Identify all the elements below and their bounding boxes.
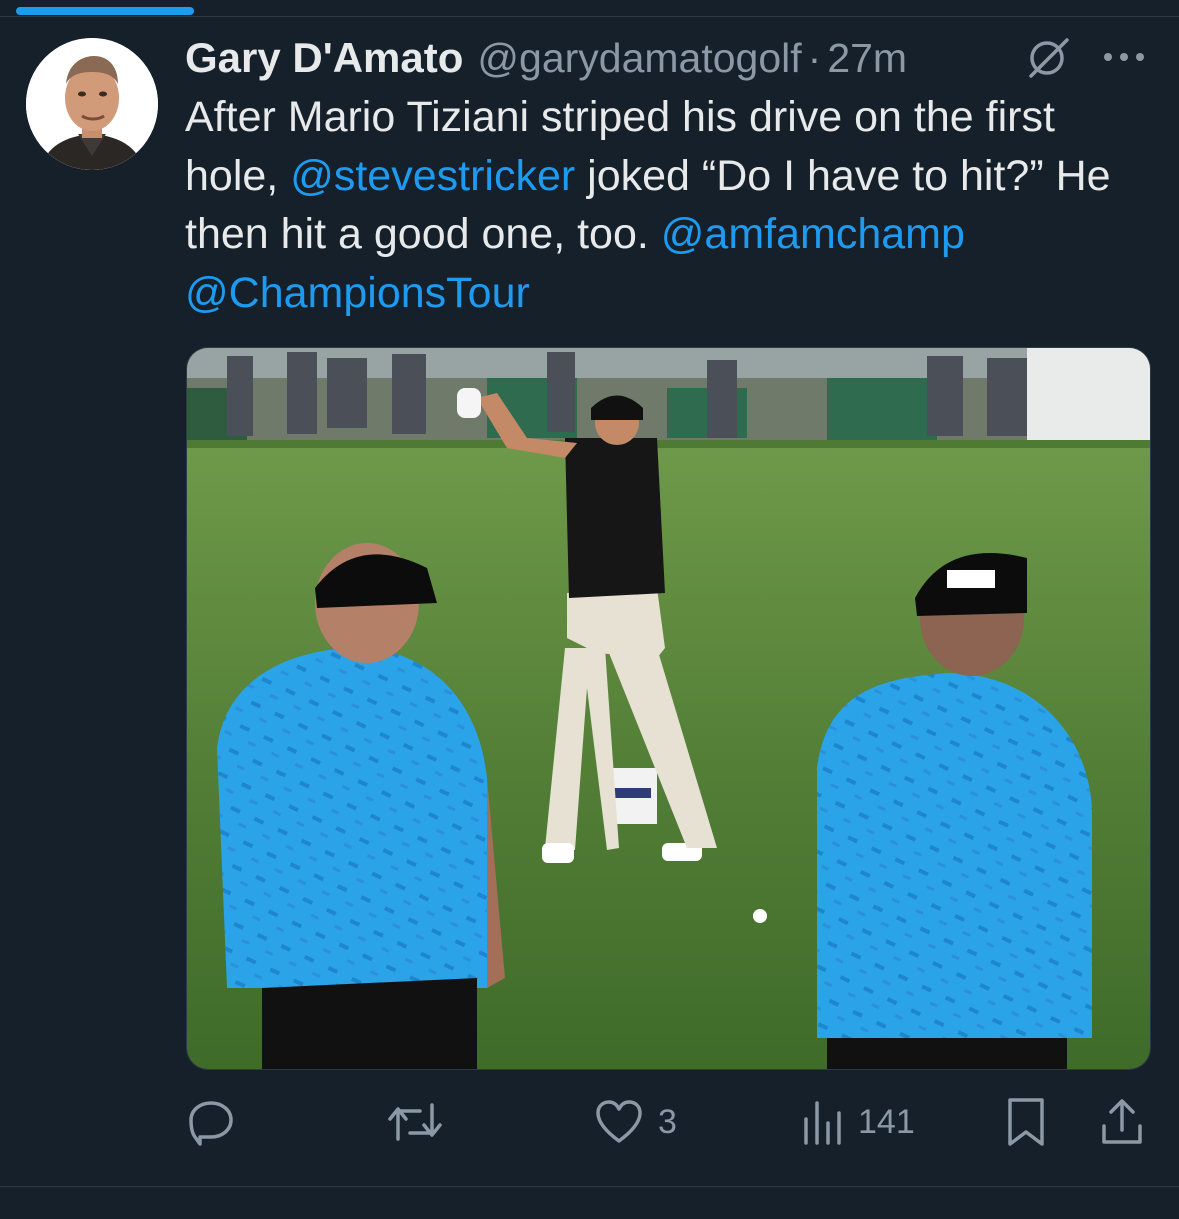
views-count: 141 bbox=[858, 1102, 915, 1141]
more-options-icon[interactable] bbox=[1098, 42, 1150, 72]
bookmark-icon bbox=[1008, 1098, 1044, 1146]
mention-link[interactable]: @stevestricker bbox=[290, 152, 575, 200]
like-button[interactable]: 3 bbox=[594, 1090, 677, 1154]
avatar-photo bbox=[26, 38, 158, 170]
tweet-header: Gary D'Amato @garydamatogolf · 27m bbox=[185, 30, 907, 86]
reply-icon bbox=[189, 1101, 233, 1146]
retweet-icon bbox=[388, 1103, 442, 1141]
retweet-button[interactable] bbox=[386, 1090, 444, 1154]
heart-icon bbox=[596, 1100, 642, 1143]
progress-indicator bbox=[16, 7, 194, 15]
bottom-divider bbox=[0, 1186, 1179, 1187]
action-bar: 3 141 bbox=[0, 1090, 1179, 1154]
views-icon bbox=[804, 1101, 841, 1145]
tweet-photo[interactable] bbox=[186, 347, 1151, 1070]
mention-link[interactable]: @amfamchamp bbox=[661, 210, 965, 258]
header-separator: · bbox=[807, 34, 822, 81]
bookmark-button[interactable] bbox=[1004, 1090, 1048, 1154]
views-button[interactable]: 141 bbox=[800, 1090, 915, 1154]
avatar[interactable] bbox=[26, 38, 158, 170]
share-icon bbox=[1102, 1099, 1142, 1144]
grok-icon[interactable] bbox=[1023, 36, 1073, 80]
tweet-text: After Mario Tiziani striped his drive on… bbox=[185, 88, 1145, 322]
like-count: 3 bbox=[658, 1102, 677, 1141]
reply-button[interactable] bbox=[186, 1090, 236, 1154]
tweet-page: Gary D'Amato @garydamatogolf · 27m After… bbox=[0, 0, 1179, 1219]
top-divider bbox=[0, 16, 1179, 17]
tweet-timestamp[interactable]: 27m bbox=[827, 35, 907, 82]
author-handle[interactable]: @garydamatogolf bbox=[477, 35, 801, 82]
share-button[interactable] bbox=[1098, 1090, 1146, 1154]
author-display-name[interactable]: Gary D'Amato bbox=[185, 34, 463, 82]
golf-photo-illustration bbox=[187, 348, 1150, 1069]
mention-link[interactable]: @ChampionsTour bbox=[185, 269, 530, 317]
